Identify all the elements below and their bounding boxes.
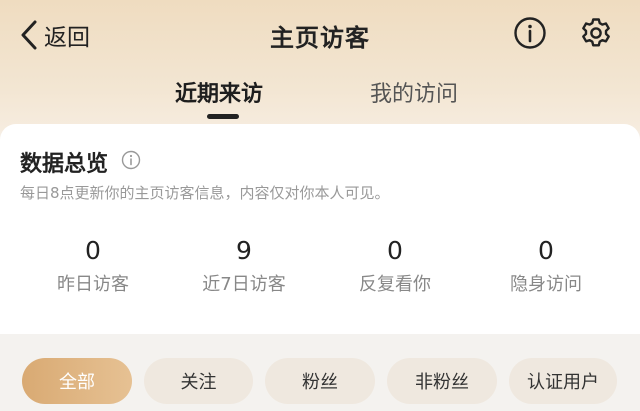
- stat-value: 0: [387, 236, 403, 265]
- filter-following[interactable]: 关注: [144, 358, 253, 404]
- info-button[interactable]: [513, 16, 547, 50]
- stats-row: 0 昨日访客 9 近7日访客 0 反复看你 0 隐身访问: [0, 236, 640, 306]
- filter-all[interactable]: 全部: [22, 358, 132, 404]
- info-icon: [121, 150, 141, 170]
- page-frame: 返回 主页访客 近期来访 我的访问 数据总览 每日8点更新你的主页访客信息，内容…: [0, 0, 640, 411]
- stat-invisible-visits[interactable]: 0 隐身访问: [471, 236, 621, 296]
- info-icon: [514, 17, 546, 49]
- stat-yesterday[interactable]: 0 昨日访客: [18, 236, 168, 296]
- filter-bar: 全部 关注 粉丝 非粉丝 认证用户: [0, 340, 640, 411]
- stat-value: 9: [236, 236, 252, 265]
- stat-label: 近7日访客: [202, 274, 286, 295]
- tab-active-indicator: [207, 114, 239, 119]
- header: 返回 主页访客: [0, 0, 640, 70]
- stat-value: 0: [85, 236, 101, 265]
- stat-label: 昨日访客: [57, 274, 129, 295]
- filter-non-fans[interactable]: 非粉丝: [387, 358, 497, 404]
- filter-verified-users[interactable]: 认证用户: [509, 358, 617, 404]
- stat-label: 反复看你: [359, 274, 431, 295]
- overview-title: 数据总览: [20, 152, 109, 177]
- overview-info-button[interactable]: [121, 150, 141, 170]
- stat-repeat-viewers[interactable]: 0 反复看你: [320, 236, 470, 296]
- tab-bar: 近期来访 我的访问: [0, 72, 640, 122]
- overview-card: 数据总览 每日8点更新你的主页访客信息，内容仅对你本人可见。 0 昨日访客 9 …: [0, 124, 640, 334]
- tab-my-visits[interactable]: 我的访问: [370, 76, 458, 108]
- tab-recent-visits[interactable]: 近期来访: [175, 76, 263, 108]
- stat-label: 隐身访问: [510, 274, 582, 295]
- filter-fans[interactable]: 粉丝: [265, 358, 375, 404]
- stat-last-7-days[interactable]: 9 近7日访客: [169, 236, 319, 296]
- settings-button[interactable]: [579, 16, 613, 50]
- overview-description: 每日8点更新你的主页访客信息，内容仅对你本人可见。: [20, 184, 390, 202]
- gear-icon: [582, 18, 610, 47]
- stat-value: 0: [538, 236, 554, 265]
